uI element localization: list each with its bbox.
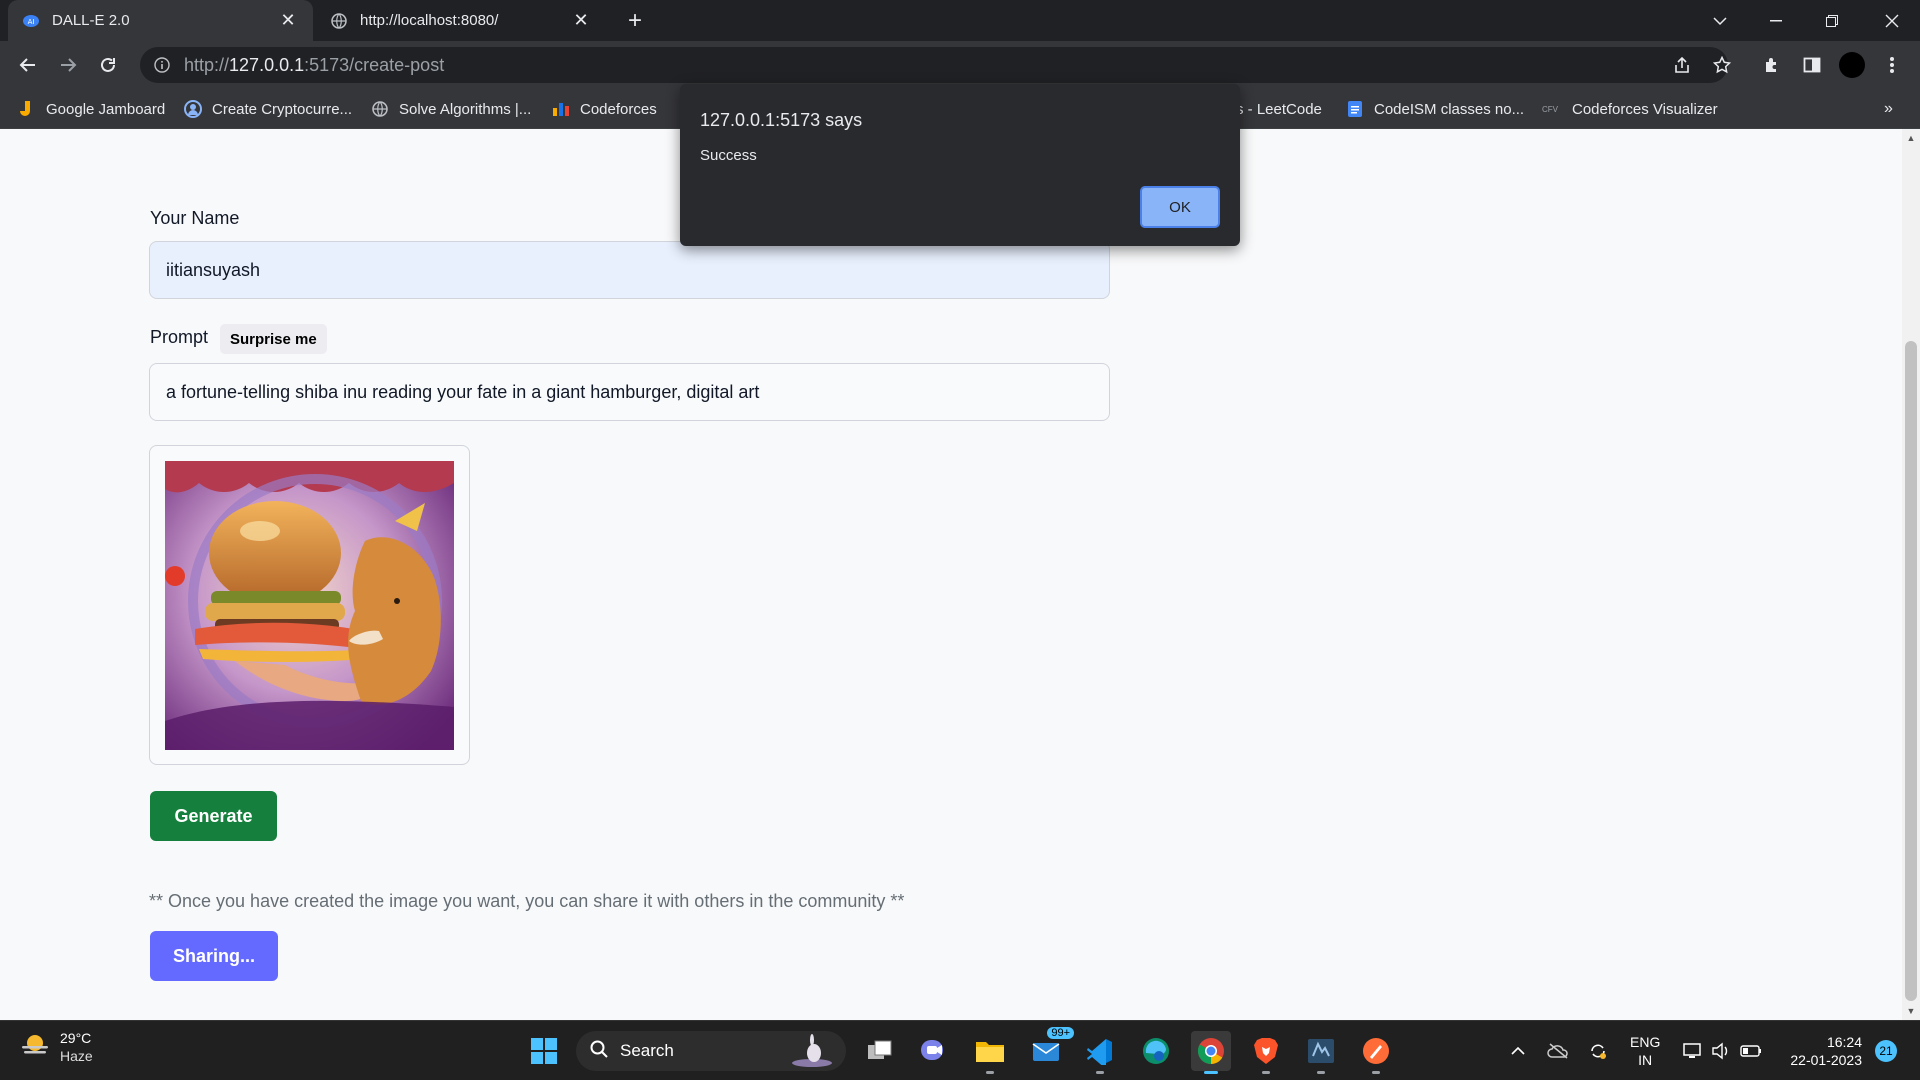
close-window-button[interactable] [1864,0,1920,41]
alert-ok-button[interactable]: OK [1140,186,1220,228]
scroll-down-icon[interactable]: ▼ [1906,1006,1916,1016]
more-bookmarks-icon[interactable]: » [1884,89,1893,129]
sync-icon[interactable] [1584,1021,1612,1080]
windows-start-icon[interactable] [524,1031,564,1071]
brave-icon[interactable] [1246,1031,1286,1074]
tab-search-icon[interactable] [1692,0,1748,41]
jamboard-icon [18,100,36,118]
vscode-icon[interactable] [1080,1031,1120,1074]
search-highlight-icon [788,1033,834,1074]
clock-time: 16:24 [1826,1034,1862,1050]
share-icon[interactable] [1666,49,1698,81]
alert-message: Success [700,147,757,164]
battery-icon[interactable] [1738,1021,1764,1080]
back-button[interactable] [12,49,44,81]
create-post-page: Your Name iitiansuyash Prompt Surprise m… [0,129,1902,1020]
onedrive-offline-icon[interactable] [1544,1021,1572,1080]
prompt-input-value: a fortune-telling shiba inu reading your… [166,381,760,402]
mail-icon[interactable]: 99+ [1026,1027,1074,1071]
volume-icon[interactable] [1708,1021,1734,1080]
share-hint-text: ** Once you have created the image you w… [149,891,905,911]
postman-icon[interactable] [1356,1031,1396,1074]
bookmark-create-cryptocurrency[interactable]: Create Cryptocurre... [184,89,352,129]
show-hidden-icons-chevron-icon[interactable] [1506,1021,1530,1080]
search-icon [590,1040,608,1063]
bookmark-google-jamboard[interactable]: Google Jamboard [18,89,165,129]
tab-dalle[interactable]: AI DALL-E 2.0 ✕ [8,0,313,41]
forward-button[interactable] [52,49,84,81]
bookmark-codeforces[interactable]: Codeforces [552,89,657,129]
name-label: Your Name [150,208,240,228]
minimize-button[interactable] [1748,0,1804,41]
page-scrollbar[interactable]: ▲ ▼ [1902,129,1920,1020]
scrollbar-thumb[interactable] [1905,341,1917,1001]
mysql-workbench-icon[interactable] [1301,1031,1341,1074]
weather-widget[interactable]: 29°C Haze [20,1030,93,1064]
tab-title: http://localhost:8080/ [360,12,499,29]
tab-title: DALL-E 2.0 [52,12,130,29]
svg-text:AI: AI [28,18,35,26]
weather-temperature: 29°C [60,1030,92,1046]
alert-dialog: 127.0.0.1:5173 says Success OK [680,84,1240,246]
crypto-icon [184,100,202,118]
name-input-value: iitiansuyash [166,259,261,280]
system-clock[interactable]: 16:24 22-01-2023 [1776,1033,1862,1069]
network-icon[interactable] [1680,1021,1706,1080]
teams-chat-icon[interactable] [914,1031,954,1071]
bookmark-solve-algorithms[interactable]: Solve Algorithms |... [371,89,531,129]
site-info-icon[interactable] [152,55,172,75]
close-tab-icon[interactable]: ✕ [277,10,299,32]
address-bar[interactable]: http://127.0.0.1:5173/create-post [140,47,1728,83]
generated-image-frame [149,445,470,765]
generate-button[interactable]: Generate [150,791,277,841]
haze-weather-icon [20,1032,50,1063]
url-text: http://127.0.0.1:5173/create-post [184,54,445,75]
bookmark-star-icon[interactable] [1706,49,1738,81]
windows-taskbar: 29°C Haze Search 99+ ENG IN 16:24 22-01-… [0,1020,1920,1080]
prompt-label: Prompt [150,327,209,347]
globe-icon [371,100,389,118]
share-button[interactable]: Sharing... [150,931,278,981]
search-label: Search [620,1041,674,1060]
bookmark-leetcode[interactable]: s - LeetCode [1236,89,1322,129]
browser-tab-strip: AI DALL-E 2.0 ✕ http://localhost:8080/ ✕… [0,0,1920,41]
chrome-menu-icon[interactable] [1876,49,1908,81]
notification-badge[interactable]: 21 [1875,1040,1897,1062]
restore-button[interactable] [1804,0,1860,41]
language-indicator[interactable]: ENG IN [1630,1033,1660,1069]
bookmark-codeism-classes[interactable]: CodeISM classes no... [1346,89,1524,129]
new-tab-button[interactable]: + [622,7,648,34]
extensions-icon[interactable] [1756,49,1788,81]
globe-icon [330,12,348,30]
scroll-up-icon[interactable]: ▲ [1906,133,1916,143]
dalle-favicon: AI [22,12,40,30]
profile-avatar[interactable] [1836,49,1868,81]
close-tab-icon[interactable]: ✕ [570,10,592,32]
task-view-icon[interactable] [860,1031,900,1071]
docs-icon [1346,100,1364,118]
cfv-icon: CFV [1542,104,1558,114]
file-explorer-icon[interactable] [970,1031,1010,1074]
chrome-taskbar-icon[interactable] [1191,1031,1231,1074]
weather-condition: Haze [60,1048,93,1064]
clock-date: 22-01-2023 [1790,1052,1862,1068]
surprise-me-button[interactable]: Surprise me [220,324,327,354]
bookmark-codeforces-visualizer[interactable]: CFV Codeforces Visualizer [1538,89,1718,129]
mail-badge: 99+ [1047,1027,1074,1039]
reload-button[interactable] [92,49,124,81]
prompt-input[interactable]: a fortune-telling shiba inu reading your… [149,363,1110,421]
alert-origin: 127.0.0.1:5173 says [700,110,863,130]
tab-localhost[interactable]: http://localhost:8080/ ✕ [316,0,606,41]
taskbar-search[interactable]: Search [576,1031,846,1071]
side-panel-icon[interactable] [1796,49,1828,81]
browser-toolbar: http://127.0.0.1:5173/create-post [0,41,1920,89]
codeforces-icon [552,100,570,118]
name-input[interactable]: iitiansuyash [149,241,1110,299]
edge-icon[interactable] [1136,1031,1176,1071]
generated-image [165,461,454,750]
